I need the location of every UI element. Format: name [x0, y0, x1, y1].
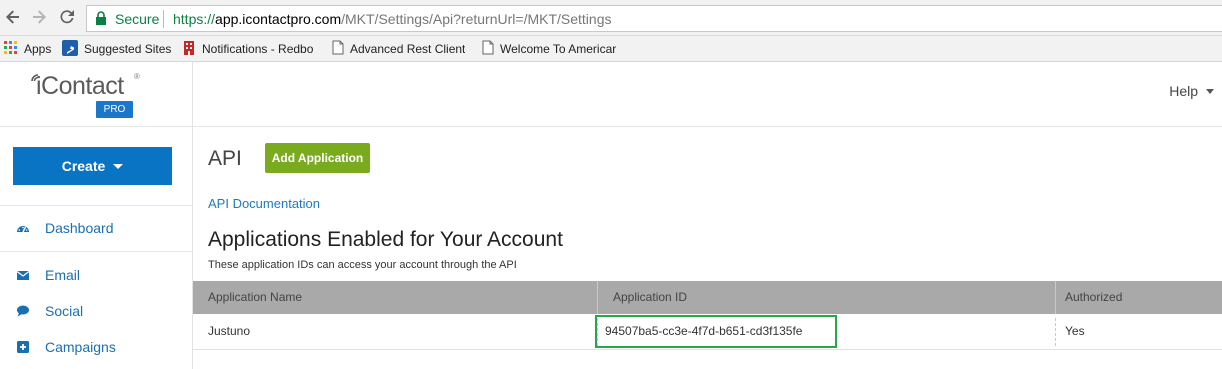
sidebar-item-social[interactable]: Social: [0, 296, 192, 326]
bookmark-label: Apps: [24, 42, 52, 56]
address-bar[interactable]: Secure https://app.icontactpro.com/MKT/S…: [86, 5, 1222, 32]
url-scheme: https://: [173, 11, 216, 27]
forward-icon[interactable]: [30, 8, 48, 26]
table-header: Application Name Application ID Authoriz…: [193, 281, 1222, 314]
sidebar-item-campaigns[interactable]: Campaigns: [0, 332, 192, 362]
sidebar-item-email[interactable]: Email: [0, 260, 192, 290]
column-header-authorized[interactable]: Authorized: [1050, 281, 1122, 314]
app-header: Help: [193, 62, 1222, 127]
bookmarks-bar: Apps Suggested Sites Notifications - Red…: [0, 36, 1222, 62]
page-icon: [332, 40, 344, 58]
bookmark-suggested-sites[interactable]: Suggested Sites: [62, 39, 171, 59]
page-icon: [482, 40, 494, 58]
secure-indicator[interactable]: Secure: [95, 10, 159, 28]
bookmark-label: Advanced Rest Client: [350, 42, 466, 56]
url-host: app.icontactpro.com: [215, 11, 342, 27]
help-menu[interactable]: Help: [1169, 83, 1214, 99]
main-content: API Add Application API Documentation Ap…: [193, 127, 1222, 369]
api-documentation-link[interactable]: API Documentation: [208, 196, 320, 211]
column-header-application-name[interactable]: Application Name: [193, 281, 302, 314]
sidebar-item-label: Campaigns: [45, 339, 116, 355]
sidebar-divider: [0, 205, 192, 206]
bookmark-advanced-rest-client[interactable]: Advanced Rest Client: [332, 39, 465, 59]
caret-down-icon: [1206, 88, 1214, 94]
bookmark-welcome[interactable]: Welcome To Americar: [482, 39, 618, 59]
logo-pro-badge: PRO: [96, 101, 133, 118]
create-label: Create: [61, 158, 106, 174]
bing-icon: [62, 39, 78, 59]
create-button[interactable]: Create: [13, 147, 172, 185]
building-icon: [182, 40, 196, 59]
help-label: Help: [1169, 83, 1198, 99]
logo-trademark: ®: [134, 72, 140, 81]
application-id-highlight: [595, 315, 837, 348]
cell-divider: [1055, 318, 1056, 346]
sidebar-item-label: Social: [45, 303, 84, 319]
sidebar-item-label: Email: [45, 267, 81, 283]
chat-icon: [16, 304, 30, 318]
dashboard-icon: [16, 221, 30, 235]
url-path: /MKT/Settings/Api?returnUrl=/MKT/Setting…: [341, 11, 612, 27]
add-application-button[interactable]: Add Application: [265, 143, 370, 173]
bookmark-label: Notifications - Redbo: [202, 42, 314, 56]
apps-grid-icon: [4, 40, 18, 58]
sidebar-item-dashboard[interactable]: Dashboard: [0, 213, 192, 243]
page-title: API: [208, 147, 242, 170]
secure-label: Secure: [115, 11, 160, 27]
reload-icon[interactable]: [58, 8, 76, 26]
lock-icon: [95, 11, 109, 27]
cell-authorized: Yes: [1065, 324, 1085, 338]
sidebar-item-label: Dashboard: [45, 220, 114, 236]
envelope-icon: [16, 268, 30, 282]
sidebar-divider: [0, 251, 192, 252]
omnibox-divider: [163, 10, 164, 28]
bookmark-notifications[interactable]: Notifications - Redbo: [182, 39, 318, 59]
bookmark-apps[interactable]: Apps: [4, 39, 51, 59]
column-header-application-id[interactable]: Application ID: [598, 281, 687, 314]
back-icon[interactable]: [4, 8, 22, 26]
bookmark-label: Welcome To Americar: [500, 42, 617, 56]
sidebar: iContact ® PRO Create Dashboard Email So…: [0, 62, 193, 369]
section-description: These application IDs can access your ac…: [208, 259, 517, 271]
cell-application-name: Justuno: [208, 324, 251, 338]
browser-toolbar: Secure https://app.icontactpro.com/MKT/S…: [0, 0, 1222, 36]
section-title: Applications Enabled for Your Account: [208, 228, 563, 251]
url-text[interactable]: https://app.icontactpro.com/MKT/Settings…: [173, 11, 611, 27]
bookmark-label: Suggested Sites: [84, 42, 172, 56]
logo-text: iContact: [36, 72, 124, 100]
chevron-down-icon: [113, 163, 124, 169]
logo[interactable]: iContact ® PRO: [0, 62, 192, 127]
plus-square-icon: [16, 340, 30, 354]
